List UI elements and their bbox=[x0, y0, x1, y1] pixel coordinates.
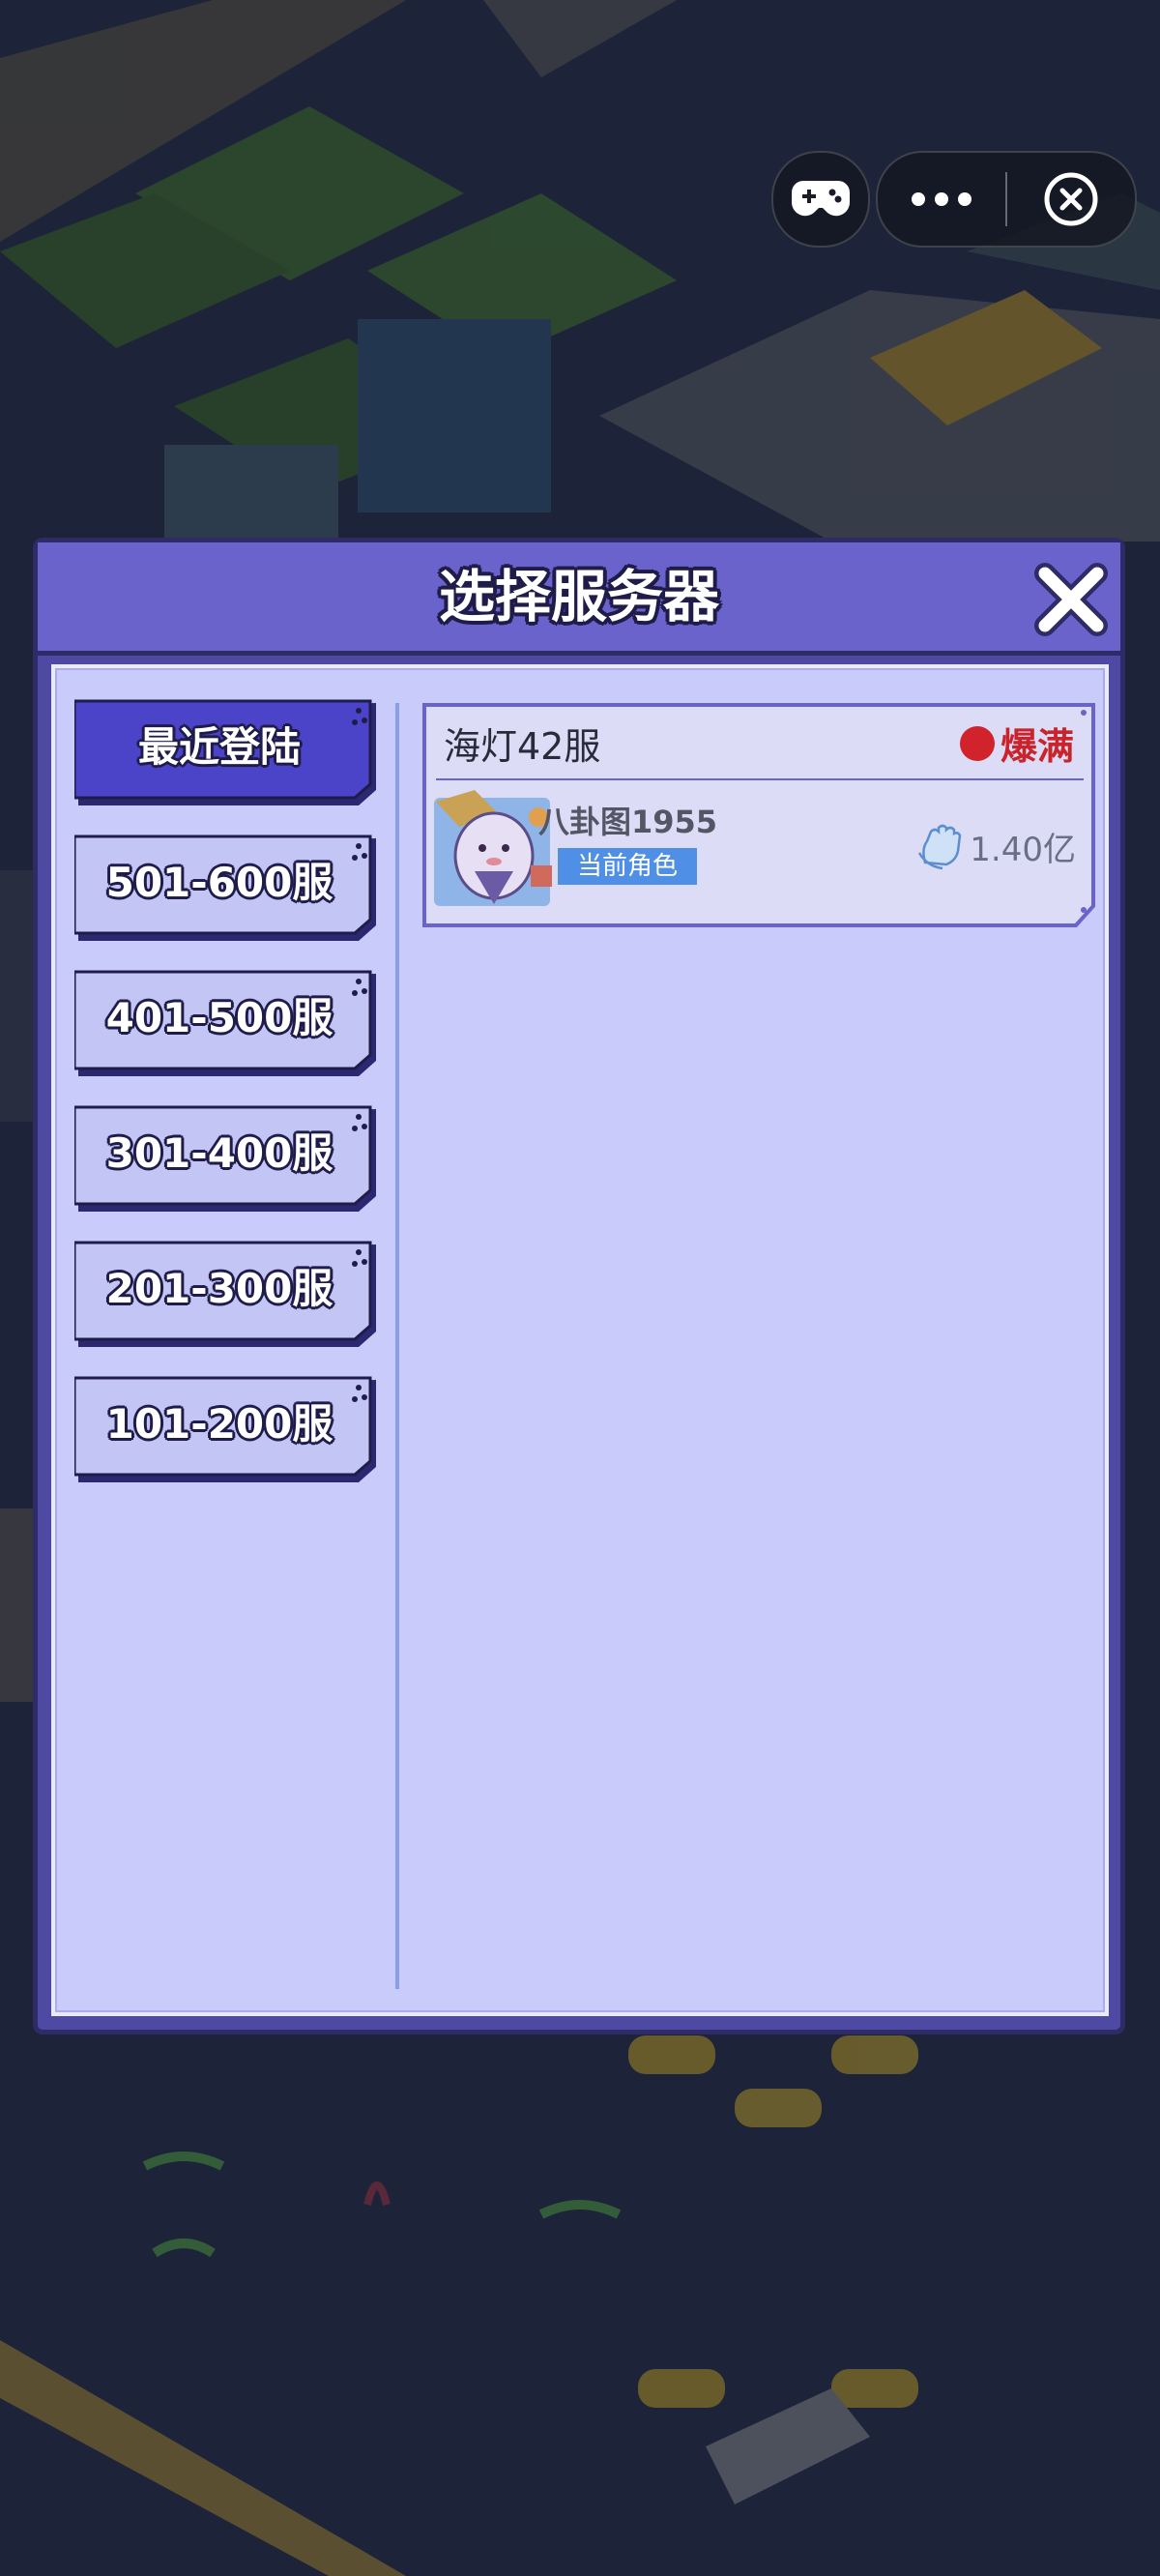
tab-label: 301-400服 bbox=[105, 1129, 334, 1177]
tab-label: 201-300服 bbox=[105, 1265, 334, 1312]
status-label: 爆满 bbox=[1000, 725, 1074, 768]
more-button[interactable] bbox=[878, 153, 1005, 246]
game-center-button[interactable] bbox=[771, 151, 870, 248]
power-value: 1.40亿 bbox=[970, 831, 1076, 869]
mini-program-capsule bbox=[876, 151, 1137, 248]
panel-divider bbox=[395, 703, 399, 1989]
tab-501-600[interactable]: 501-600服 bbox=[74, 834, 376, 943]
more-dots-icon bbox=[912, 192, 972, 206]
exit-button[interactable] bbox=[1007, 153, 1135, 246]
server-select-dialog: 选择服务器 最近登陆 501-600服 401-500服 301-400服 20… bbox=[33, 538, 1125, 2034]
tab-301-400[interactable]: 301-400服 bbox=[74, 1105, 376, 1214]
tab-201-300[interactable]: 201-300服 bbox=[74, 1241, 376, 1349]
server-panel: 最近登陆 501-600服 401-500服 301-400服 201-300服… bbox=[51, 664, 1109, 2016]
tab-label: 401-500服 bbox=[105, 994, 334, 1041]
tab-recent-login[interactable]: 最近登陆 bbox=[74, 699, 376, 807]
card-divider bbox=[436, 778, 1084, 780]
fist-power-icon bbox=[918, 824, 962, 869]
tab-label: 101-200服 bbox=[105, 1400, 334, 1448]
close-circle-icon bbox=[1044, 172, 1098, 226]
close-x-icon[interactable] bbox=[1033, 562, 1109, 637]
dialog-title: 选择服务器 bbox=[438, 564, 719, 629]
current-role-badge: 当前角色 bbox=[558, 848, 697, 885]
tab-label: 501-600服 bbox=[105, 859, 334, 906]
combat-power: 1.40亿 bbox=[917, 823, 1076, 870]
status-dot-icon bbox=[959, 725, 995, 761]
server-name: 海灯42服 bbox=[444, 725, 601, 768]
tab-label: 最近登陆 bbox=[137, 723, 301, 771]
role-name: 八卦图1955 bbox=[538, 804, 718, 840]
dialog-header: 选择服务器 bbox=[38, 542, 1120, 656]
tab-401-500[interactable]: 401-500服 bbox=[74, 970, 376, 1078]
server-card[interactable]: 海灯42服 爆满 八卦图1955 当前角色 1.40亿 bbox=[422, 703, 1095, 927]
tab-101-200[interactable]: 101-200服 bbox=[74, 1376, 376, 1484]
server-status: 爆满 bbox=[959, 717, 1074, 770]
gamepad-icon bbox=[791, 181, 851, 217]
